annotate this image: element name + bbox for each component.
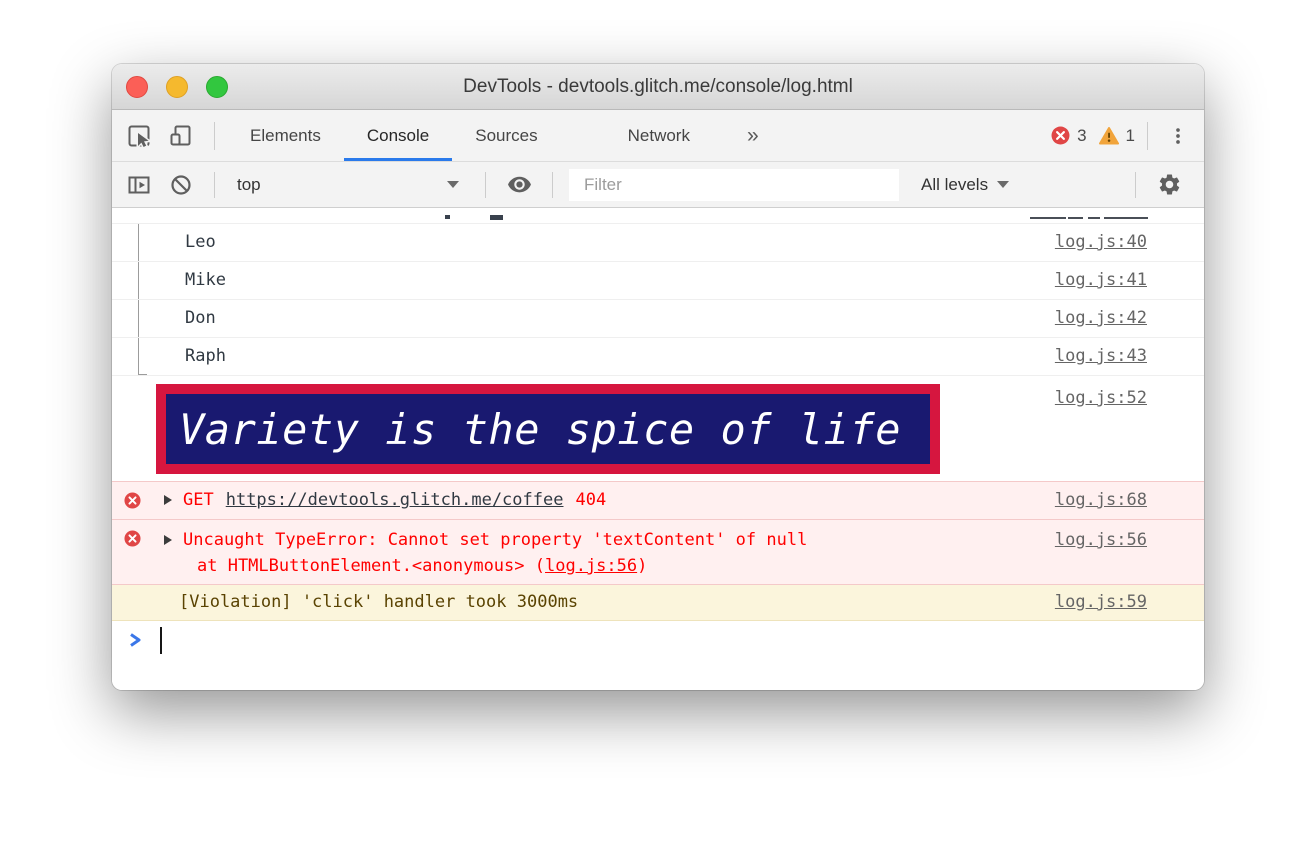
tab-network[interactable]: Network — [605, 110, 713, 161]
clipped-link-fragment — [1030, 217, 1066, 219]
create-live-expression-button[interactable] — [498, 172, 540, 197]
device-toolbar-button[interactable] — [160, 110, 202, 161]
console-sidebar-icon — [126, 172, 152, 198]
devtools-window: DevTools - devtools.glitch.me/console/lo… — [112, 64, 1204, 690]
divider — [485, 172, 486, 198]
response-status: 404 — [575, 490, 606, 510]
console-log-row: Don log.js:42 — [112, 300, 1204, 338]
minimize-window-button[interactable] — [166, 76, 188, 98]
error-message: Uncaught TypeError: Cannot set property … — [183, 530, 807, 550]
clear-console-button[interactable] — [160, 172, 202, 198]
inspect-element-button[interactable] — [118, 110, 160, 161]
source-link[interactable]: log.js:43 — [1055, 346, 1147, 366]
violation-message: [Violation] 'click' handler took 3000ms — [112, 585, 1055, 620]
eye-icon — [507, 172, 532, 197]
request-method: GET — [183, 490, 214, 510]
console-styled-log-row: Variety is the spice of life log.js:52 — [112, 376, 1204, 481]
console-settings-button[interactable] — [1148, 172, 1190, 197]
prompt-chevron-icon — [128, 632, 143, 648]
console-log-row: Leo log.js:40 — [112, 224, 1204, 262]
filter-input[interactable] — [569, 169, 899, 201]
clipped-link-fragment — [1088, 217, 1100, 219]
inspect-cursor-icon — [126, 123, 152, 149]
console-error-row: Uncaught TypeError: Cannot set property … — [112, 520, 1204, 585]
error-message-line: Uncaught TypeError: Cannot set property … — [164, 527, 1055, 553]
console-messages[interactable]: Leo log.js:40 Mike log.js:41 Don log.js:… — [112, 208, 1204, 690]
styled-message-box: Variety is the spice of life — [156, 384, 940, 474]
show-console-sidebar-button[interactable] — [118, 172, 160, 198]
tab-label: Console — [367, 126, 429, 146]
clear-console-icon — [168, 172, 194, 198]
device-toolbar-icon — [168, 123, 194, 149]
expand-triangle-icon[interactable] — [164, 535, 172, 545]
warning-count: 1 — [1126, 126, 1135, 146]
divider — [1147, 122, 1148, 150]
context-selector-value: top — [237, 175, 261, 195]
error-count: 3 — [1077, 126, 1086, 146]
more-tabs-button[interactable]: » — [737, 110, 769, 161]
request-url-link[interactable]: https://devtools.glitch.me/coffee — [226, 490, 564, 510]
console-log-row: Mike log.js:41 — [112, 262, 1204, 300]
console-violation-row: [Violation] 'click' handler took 3000ms … — [112, 585, 1204, 621]
kebab-menu-icon — [1167, 125, 1189, 147]
stack-trace-line: at HTMLButtonElement.<anonymous> (log.js… — [164, 553, 1055, 579]
issues-counter[interactable]: 3 1 — [1051, 110, 1135, 161]
source-link[interactable]: log.js:42 — [1055, 308, 1147, 328]
tab-label: Sources — [475, 126, 537, 146]
source-link[interactable]: log.js:40 — [1055, 232, 1147, 252]
chevron-down-icon — [447, 181, 459, 188]
window-titlebar[interactable]: DevTools - devtools.glitch.me/console/lo… — [112, 64, 1204, 110]
source-link[interactable]: log.js:59 — [1055, 592, 1147, 612]
log-message: Don — [112, 300, 1055, 337]
error-icon — [124, 492, 141, 509]
log-level-value: All levels — [921, 175, 988, 195]
close-window-button[interactable] — [126, 76, 148, 98]
clipped-text-fragment — [490, 215, 503, 220]
clipped-link-fragment — [1068, 217, 1083, 219]
clipped-log-row — [112, 208, 1204, 224]
divider — [214, 172, 215, 198]
source-link[interactable]: log.js:68 — [1055, 490, 1147, 510]
console-toolbar: top All levels — [112, 162, 1204, 208]
tab-sources[interactable]: Sources — [452, 110, 560, 161]
error-icon — [124, 530, 141, 547]
chevron-down-icon — [997, 181, 1009, 188]
zoom-window-button[interactable] — [206, 76, 228, 98]
more-tabs-chevron-icon: » — [747, 124, 759, 148]
warning-count-icon — [1099, 126, 1119, 145]
tab-label: Elements — [250, 126, 321, 146]
gear-icon — [1157, 172, 1182, 197]
stack-text: at HTMLButtonElement.<anonymous> ( — [197, 556, 545, 576]
divider — [552, 172, 553, 198]
log-message: Leo — [112, 224, 1055, 261]
customize-devtools-button[interactable] — [1160, 110, 1196, 161]
stack-text: ) — [637, 556, 647, 576]
log-message: Mike — [112, 262, 1055, 299]
tab-console[interactable]: Console — [344, 110, 452, 161]
devtools-tab-bar: Elements Console Sources Network » 3 1 — [112, 110, 1204, 162]
stack-source-link[interactable]: log.js:56 — [545, 556, 637, 576]
source-link[interactable]: log.js:52 — [1055, 388, 1147, 408]
console-network-error-row: GEThttps://devtools.glitch.me/coffee404 … — [112, 481, 1204, 520]
source-link[interactable]: log.js:41 — [1055, 270, 1147, 290]
log-message: Raph — [112, 338, 1055, 375]
window-title: DevTools - devtools.glitch.me/console/lo… — [112, 64, 1204, 109]
clipped-text-fragment — [445, 215, 450, 219]
divider — [214, 122, 215, 150]
divider — [1135, 172, 1136, 198]
clipped-link-fragment — [1104, 217, 1148, 219]
console-log-row: Raph log.js:43 — [112, 338, 1204, 376]
tab-label: Network — [628, 126, 690, 146]
traffic-lights — [126, 76, 228, 98]
console-prompt-caret — [160, 627, 162, 654]
log-level-selector[interactable]: All levels — [921, 175, 1009, 195]
console-prompt[interactable] — [112, 621, 1204, 659]
styled-message-text: Variety is the spice of life — [179, 405, 901, 454]
source-link[interactable]: log.js:56 — [1055, 530, 1147, 550]
error-count-icon — [1051, 126, 1070, 145]
javascript-context-selector[interactable]: top — [227, 175, 473, 195]
tab-elements[interactable]: Elements — [227, 110, 344, 161]
expand-triangle-icon[interactable] — [164, 495, 172, 505]
